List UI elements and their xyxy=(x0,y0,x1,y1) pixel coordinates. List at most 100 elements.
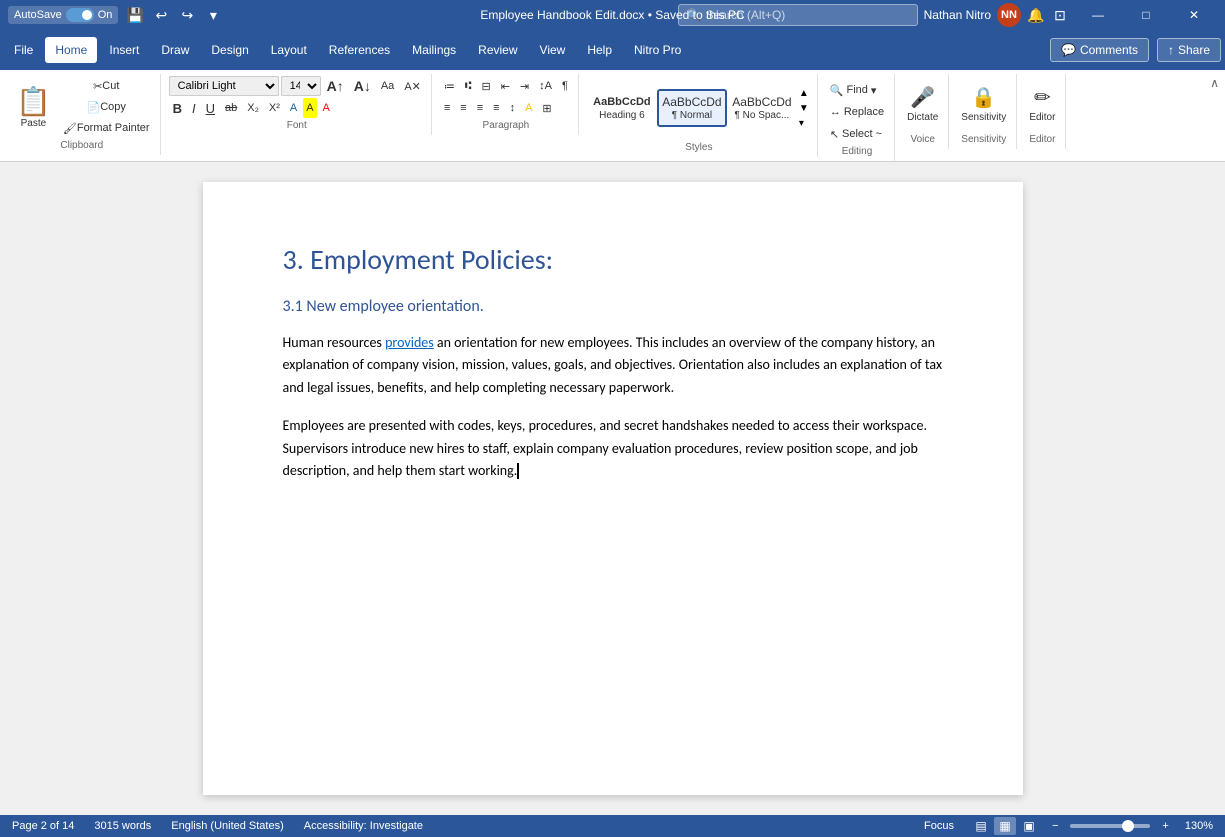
dictate-button[interactable]: 🎤 Dictate xyxy=(903,76,942,132)
highlight-button[interactable]: A xyxy=(303,98,316,118)
zoom-slider[interactable] xyxy=(1070,824,1150,828)
styles-scroll[interactable]: ▲ ▼ ▾ xyxy=(797,88,811,129)
user-name: Nathan Nitro xyxy=(924,8,991,22)
autosave-toggle[interactable] xyxy=(66,8,94,22)
menu-nitro-pro[interactable]: Nitro Pro xyxy=(624,37,691,63)
bold-button[interactable]: B xyxy=(169,98,186,118)
ribbon-content: 📋 Paste ✂ Cut 📄 Copy 🖌 Format Painter xyxy=(4,74,1221,161)
customize-qat-icon[interactable]: ▾ xyxy=(204,6,222,24)
maximize-button[interactable]: □ xyxy=(1123,0,1169,30)
word-count[interactable]: 3015 words xyxy=(90,818,155,834)
format-painter-button[interactable]: 🖌 Format Painter xyxy=(59,118,154,138)
menu-review[interactable]: Review xyxy=(468,37,527,63)
titlebar-right: 🔍 Nathan Nitro NN 🔔 ⊡ — □ ✕ xyxy=(678,0,1217,30)
show-pilcrow-button[interactable]: ¶ xyxy=(558,76,572,96)
user-avatar[interactable]: NN xyxy=(997,3,1021,27)
align-center-button[interactable]: ≡ xyxy=(456,98,470,118)
change-case-button[interactable]: Aa xyxy=(377,76,398,96)
styles-more[interactable]: ▾ xyxy=(799,118,809,129)
text-effects-button[interactable]: A xyxy=(286,98,301,118)
document-container[interactable]: 3. Employment Policies: 3.1 New employee… xyxy=(0,162,1225,815)
sort-button[interactable]: ↕A xyxy=(535,76,556,96)
ribbon-group-voice: 🎤 Dictate Voice xyxy=(897,74,949,149)
font-size-select[interactable]: 14 xyxy=(281,76,321,96)
strikethrough-button[interactable]: ab xyxy=(221,98,241,118)
comments-icon: 💬 xyxy=(1061,43,1076,57)
text-cursor xyxy=(517,463,519,479)
style-nospace[interactable]: AaBbCcDd ¶ No Spac... xyxy=(727,89,797,128)
menu-insert[interactable]: Insert xyxy=(99,37,149,63)
find-button[interactable]: 🔍 Find ▾ xyxy=(826,80,888,100)
clear-format-button[interactable]: A✕ xyxy=(400,76,425,96)
align-right-button[interactable]: ≡ xyxy=(473,98,487,118)
underline-button[interactable]: U xyxy=(202,98,219,118)
increase-indent-button[interactable]: ⇥ xyxy=(516,76,533,96)
notifications-icon[interactable]: 🔔 xyxy=(1027,6,1045,24)
font-color-button[interactable]: A xyxy=(319,98,334,118)
zoom-in-button[interactable]: + xyxy=(1162,820,1168,832)
document-paragraph1[interactable]: Human resources provides an orientation … xyxy=(283,332,943,399)
autosave-button[interactable]: AutoSave On xyxy=(8,6,118,24)
titlebar-left: AutoSave On 💾 ↩ ↪ ▾ xyxy=(8,6,222,24)
print-layout-button[interactable]: ▤ xyxy=(970,817,992,835)
align-left-button[interactable]: ≡ xyxy=(440,98,454,118)
font-grow-button[interactable]: A↑ xyxy=(323,76,348,96)
share-button[interactable]: ↑ Share xyxy=(1157,38,1221,62)
collapse-ribbon-button[interactable]: ∧ xyxy=(1208,74,1221,92)
zoom-out-button[interactable]: − xyxy=(1052,820,1058,832)
document-paragraph2[interactable]: Employees are presented with codes, keys… xyxy=(283,415,943,482)
paragraph1-link[interactable]: provides xyxy=(385,334,434,351)
cut-button[interactable]: ✂ Cut xyxy=(59,76,154,96)
style-heading6[interactable]: AaBbCcDd Heading 6 xyxy=(587,89,657,126)
accessibility[interactable]: Accessibility: Investigate xyxy=(300,818,427,834)
focus-label[interactable]: Focus xyxy=(920,818,958,834)
close-button[interactable]: ✕ xyxy=(1171,0,1217,30)
italic-button[interactable]: I xyxy=(188,98,200,118)
user-info: Nathan Nitro NN xyxy=(924,3,1021,27)
menu-help[interactable]: Help xyxy=(577,37,622,63)
undo-icon[interactable]: ↩ xyxy=(152,6,170,24)
shading-button[interactable]: A xyxy=(521,98,536,118)
menu-design[interactable]: Design xyxy=(201,37,258,63)
multilevel-list-button[interactable]: ⊟ xyxy=(477,76,494,96)
decrease-indent-button[interactable]: ⇤ xyxy=(497,76,514,96)
editor-button[interactable]: ✏ Editor xyxy=(1025,76,1059,132)
menu-draw[interactable]: Draw xyxy=(151,37,199,63)
subscript-button[interactable]: X₂ xyxy=(243,98,263,118)
comments-button[interactable]: 💬 Comments xyxy=(1050,38,1149,62)
select-button[interactable]: ↖ Select ~ xyxy=(826,124,888,144)
restore-icon[interactable]: ⊡ xyxy=(1051,6,1069,24)
save-icon[interactable]: 💾 xyxy=(126,6,144,24)
menu-references[interactable]: References xyxy=(319,37,400,63)
line-spacing-button[interactable]: ↕ xyxy=(506,98,520,118)
numbering-button[interactable]: ⑆ xyxy=(461,76,476,96)
web-layout-button[interactable]: ▦ xyxy=(994,817,1016,835)
menu-home[interactable]: Home xyxy=(45,37,97,63)
styles-scroll-up[interactable]: ▲ xyxy=(799,88,809,99)
document-page: 3. Employment Policies: 3.1 New employee… xyxy=(203,182,1023,795)
superscript-button[interactable]: X² xyxy=(265,98,284,118)
sensitivity-button[interactable]: 🔒 Sensitivity xyxy=(957,76,1010,132)
font-name-select[interactable]: Calibri Light xyxy=(169,76,279,96)
menu-file[interactable]: File xyxy=(4,37,43,63)
minimize-button[interactable]: — xyxy=(1075,0,1121,30)
menu-view[interactable]: View xyxy=(530,37,576,63)
clipboard-group-label: Clipboard xyxy=(10,140,154,153)
font-shrink-button[interactable]: A↓ xyxy=(350,76,375,96)
bullets-button[interactable]: ≔ xyxy=(440,76,459,96)
copy-button[interactable]: 📄 Copy xyxy=(59,97,154,117)
statusbar: Page 2 of 14 3015 words English (United … xyxy=(0,815,1225,837)
replace-button[interactable]: ↔ Replace xyxy=(826,102,888,122)
redo-icon[interactable]: ↪ xyxy=(178,6,196,24)
page-info[interactable]: Page 2 of 14 xyxy=(8,818,78,834)
style-normal[interactable]: AaBbCcDd ¶ Normal xyxy=(657,89,727,128)
justify-button[interactable]: ≡ xyxy=(489,98,503,118)
menu-layout[interactable]: Layout xyxy=(261,37,317,63)
read-mode-button[interactable]: ▣ xyxy=(1018,817,1040,835)
borders-button[interactable]: ⊞ xyxy=(538,98,555,118)
paste-button[interactable]: 📋 Paste xyxy=(10,76,57,138)
menu-mailings[interactable]: Mailings xyxy=(402,37,466,63)
language[interactable]: English (United States) xyxy=(167,818,288,834)
styles-scroll-down[interactable]: ▼ xyxy=(799,103,809,114)
zoom-level[interactable]: 130% xyxy=(1181,818,1217,834)
